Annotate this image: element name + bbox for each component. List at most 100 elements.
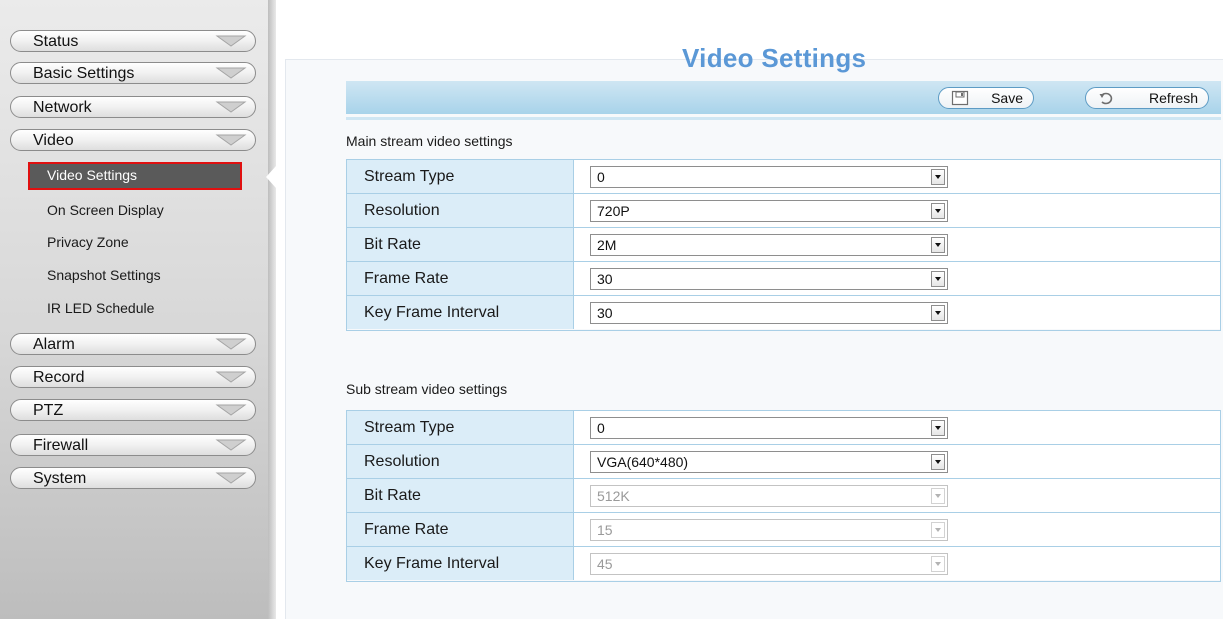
table-row: Bit Rate 512K bbox=[347, 479, 1220, 513]
dropdown-arrow-icon[interactable] bbox=[931, 305, 945, 321]
row-label-frame-rate: Frame Rate bbox=[347, 513, 574, 546]
row-label-bit-rate: Bit Rate bbox=[347, 479, 574, 512]
save-icon bbox=[951, 90, 969, 106]
menu-firewall-label: Firewall bbox=[33, 437, 89, 454]
sub-stream-type-select[interactable]: 0 bbox=[590, 417, 948, 439]
dropdown-arrow-icon[interactable] bbox=[931, 203, 945, 219]
menu-status[interactable]: Status bbox=[10, 30, 256, 52]
key-frame-interval-select[interactable]: 30 bbox=[590, 302, 948, 324]
stream-type-value: 0 bbox=[597, 169, 605, 185]
frame-rate-select[interactable]: 30 bbox=[590, 268, 948, 290]
chevron-down-icon bbox=[215, 35, 247, 47]
save-label: Save bbox=[991, 90, 1023, 106]
dropdown-arrow-icon[interactable] bbox=[931, 169, 945, 185]
table-row: Stream Type 0 bbox=[347, 411, 1220, 445]
dropdown-arrow-icon[interactable] bbox=[931, 454, 945, 470]
table-row: Key Frame Interval 30 bbox=[347, 296, 1220, 330]
sub-stream-type-value: 0 bbox=[597, 420, 605, 436]
dropdown-arrow-icon bbox=[931, 556, 945, 572]
toolbar-underline bbox=[346, 117, 1221, 120]
row-label-frame-rate: Frame Rate bbox=[347, 262, 574, 295]
table-row: Key Frame Interval 45 bbox=[347, 547, 1220, 581]
sidebar-item-video-settings[interactable]: Video Settings bbox=[28, 162, 242, 190]
menu-basic-settings-label: Basic Settings bbox=[33, 65, 135, 82]
sub-key-frame-interval-value: 45 bbox=[597, 556, 613, 572]
bit-rate-value: 2M bbox=[597, 237, 617, 253]
menu-basic-settings[interactable]: Basic Settings bbox=[10, 62, 256, 84]
main-stream-table: Stream Type 0 Resolution 720P Bit Rate 2… bbox=[346, 159, 1221, 331]
row-value-cell: 512K bbox=[574, 479, 1220, 512]
sub-resolution-value: VGA(640*480) bbox=[597, 454, 689, 470]
menu-firewall[interactable]: Firewall bbox=[10, 434, 256, 456]
chevron-down-icon bbox=[215, 67, 247, 79]
dropdown-arrow-icon[interactable] bbox=[931, 420, 945, 436]
sub-frame-rate-value: 15 bbox=[597, 522, 613, 538]
dropdown-arrow-icon bbox=[931, 522, 945, 538]
row-label-stream-type: Stream Type bbox=[347, 411, 574, 444]
row-label-key-frame-interval: Key Frame Interval bbox=[347, 296, 574, 329]
row-value-cell: 2M bbox=[574, 228, 1220, 261]
dropdown-arrow-icon[interactable] bbox=[931, 271, 945, 287]
row-label-key-frame-interval: Key Frame Interval bbox=[347, 547, 574, 580]
row-value-cell: 45 bbox=[574, 547, 1220, 580]
row-value-cell: 0 bbox=[574, 160, 1220, 193]
menu-video-label: Video bbox=[33, 132, 74, 149]
refresh-button[interactable]: Refresh bbox=[1085, 87, 1209, 109]
resolution-select[interactable]: 720P bbox=[590, 200, 948, 222]
menu-video[interactable]: Video bbox=[10, 129, 256, 151]
sub-resolution-select[interactable]: VGA(640*480) bbox=[590, 451, 948, 473]
sub-key-frame-interval-select: 45 bbox=[590, 553, 948, 575]
key-frame-interval-value: 30 bbox=[597, 305, 613, 321]
refresh-icon bbox=[1099, 92, 1113, 105]
refresh-label: Refresh bbox=[1148, 90, 1198, 106]
menu-system[interactable]: System bbox=[10, 467, 256, 489]
chevron-down-icon bbox=[215, 101, 247, 113]
row-value-cell: 15 bbox=[574, 513, 1220, 546]
menu-ptz[interactable]: PTZ bbox=[10, 399, 256, 421]
sub-frame-rate-select: 15 bbox=[590, 519, 948, 541]
chevron-down-icon bbox=[215, 134, 247, 146]
menu-record-label: Record bbox=[33, 369, 85, 386]
row-value-cell: 30 bbox=[574, 296, 1220, 329]
active-pointer-notch bbox=[266, 166, 276, 188]
table-row: Bit Rate 2M bbox=[347, 228, 1220, 262]
sub-bit-rate-select: 512K bbox=[590, 485, 948, 507]
sub-stream-title: Sub stream video settings bbox=[346, 381, 508, 397]
chevron-down-icon bbox=[215, 439, 247, 451]
menu-alarm[interactable]: Alarm bbox=[10, 333, 256, 355]
row-value-cell: 720P bbox=[574, 194, 1220, 227]
bit-rate-select[interactable]: 2M bbox=[590, 234, 948, 256]
stream-type-select[interactable]: 0 bbox=[590, 166, 948, 188]
frame-rate-value: 30 bbox=[597, 271, 613, 287]
sidebar-item-ir-led-schedule[interactable]: IR LED Schedule bbox=[27, 296, 241, 322]
table-row: Frame Rate 30 bbox=[347, 262, 1220, 296]
menu-system-label: System bbox=[33, 470, 87, 487]
save-button[interactable]: Save bbox=[938, 87, 1034, 109]
row-label-resolution: Resolution bbox=[347, 194, 574, 227]
chevron-down-icon bbox=[215, 338, 247, 350]
sidebar-item-on-screen-display[interactable]: On Screen Display bbox=[27, 198, 241, 224]
sub-stream-table: Stream Type 0 Resolution VGA(640*480) Bi… bbox=[346, 410, 1221, 582]
dropdown-arrow-icon bbox=[931, 488, 945, 504]
main-stream-title: Main stream video settings bbox=[346, 133, 513, 149]
resolution-value: 720P bbox=[597, 203, 630, 219]
row-value-cell: 30 bbox=[574, 262, 1220, 295]
table-row: Frame Rate 15 bbox=[347, 513, 1220, 547]
row-value-cell: 0 bbox=[574, 411, 1220, 444]
sidebar-item-privacy-zone[interactable]: Privacy Zone bbox=[27, 230, 241, 256]
table-row: Resolution VGA(640*480) bbox=[347, 445, 1220, 479]
menu-network[interactable]: Network bbox=[10, 96, 256, 118]
menu-record[interactable]: Record bbox=[10, 366, 256, 388]
chevron-down-icon bbox=[215, 404, 247, 416]
dropdown-arrow-icon[interactable] bbox=[931, 237, 945, 253]
row-value-cell: VGA(640*480) bbox=[574, 445, 1220, 478]
chevron-down-icon bbox=[215, 371, 247, 383]
table-row: Resolution 720P bbox=[347, 194, 1220, 228]
sub-bit-rate-value: 512K bbox=[597, 488, 630, 504]
menu-status-label: Status bbox=[33, 33, 79, 50]
sidebar-divider bbox=[268, 0, 276, 619]
row-label-bit-rate: Bit Rate bbox=[347, 228, 574, 261]
chevron-down-icon bbox=[215, 472, 247, 484]
menu-network-label: Network bbox=[33, 99, 92, 116]
sidebar-item-snapshot-settings[interactable]: Snapshot Settings bbox=[27, 263, 241, 289]
